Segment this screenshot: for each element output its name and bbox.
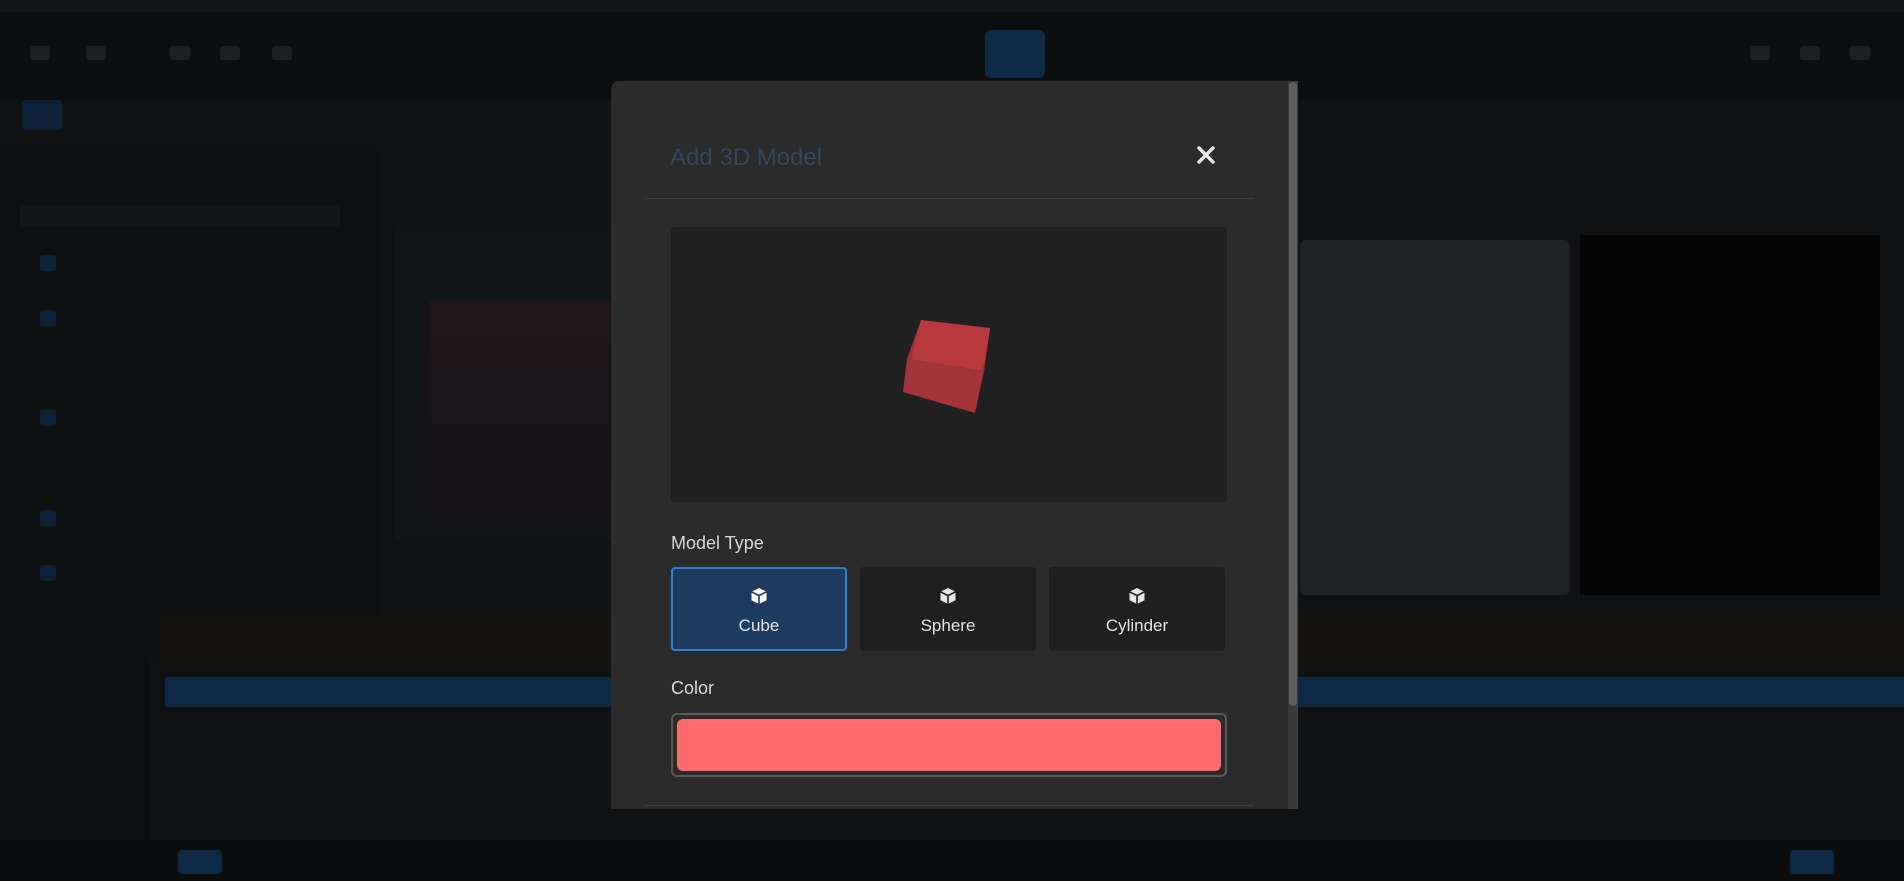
color-swatch bbox=[677, 719, 1221, 771]
dialog-title: Add 3D Model bbox=[670, 144, 823, 171]
background-sidebar-icon bbox=[40, 410, 56, 426]
background-toolbar-button bbox=[86, 46, 106, 60]
model-type-cylinder-label: Cylinder bbox=[1105, 616, 1169, 635]
background-toolbar-button bbox=[1800, 46, 1820, 60]
background-toolbar-button bbox=[170, 46, 190, 60]
background-active-tool bbox=[22, 100, 62, 130]
background-status-button bbox=[1790, 850, 1834, 874]
model-type-cylinder-button[interactable]: Cylinder bbox=[1049, 567, 1225, 651]
background-sidebar-icon bbox=[40, 310, 56, 326]
close-icon bbox=[1197, 146, 1215, 164]
background-thumbnail bbox=[430, 300, 610, 520]
cube-preview bbox=[903, 320, 990, 413]
background-toolbar-button bbox=[30, 46, 50, 60]
model-type-cube-button[interactable]: Cube bbox=[671, 567, 847, 651]
model-type-sphere-label: Sphere bbox=[920, 616, 976, 635]
background-menubar bbox=[0, 0, 1904, 12]
model-type-label: Model Type bbox=[671, 533, 764, 553]
background-toolbar-button bbox=[272, 46, 292, 60]
color-label: Color bbox=[671, 678, 715, 698]
model-preview[interactable] bbox=[671, 227, 1227, 502]
background-toolbar-button bbox=[220, 46, 240, 60]
background-toolbar-button bbox=[1750, 46, 1770, 60]
cube-icon bbox=[751, 588, 767, 604]
header-divider bbox=[645, 198, 1254, 199]
model-type-sphere-button[interactable]: Sphere bbox=[860, 567, 1036, 651]
background-sidebar-icon bbox=[40, 565, 56, 581]
footer-divider bbox=[645, 805, 1254, 806]
background-panel bbox=[1580, 235, 1880, 595]
cube-icon bbox=[1129, 588, 1145, 604]
background-sidebar-icon bbox=[40, 510, 56, 526]
background-card bbox=[1300, 240, 1570, 595]
background-statusbar bbox=[0, 840, 1904, 881]
add-3d-model-dialog: Add 3D Model Model Type Cube Sphere Cyli… bbox=[611, 81, 1298, 809]
background-accent-button bbox=[985, 30, 1045, 78]
color-picker[interactable] bbox=[671, 713, 1227, 777]
background-sidebar-row bbox=[20, 205, 340, 227]
close-button[interactable] bbox=[1186, 135, 1226, 175]
background-sidebar-icon bbox=[40, 255, 56, 271]
cube-icon bbox=[940, 588, 956, 604]
model-type-cube-label: Cube bbox=[738, 616, 780, 635]
background-left-column bbox=[0, 600, 150, 840]
dialog-scrollbar-thumb[interactable] bbox=[1289, 82, 1297, 706]
background-toolbar-button bbox=[1850, 46, 1870, 60]
background-status-button bbox=[178, 850, 222, 874]
